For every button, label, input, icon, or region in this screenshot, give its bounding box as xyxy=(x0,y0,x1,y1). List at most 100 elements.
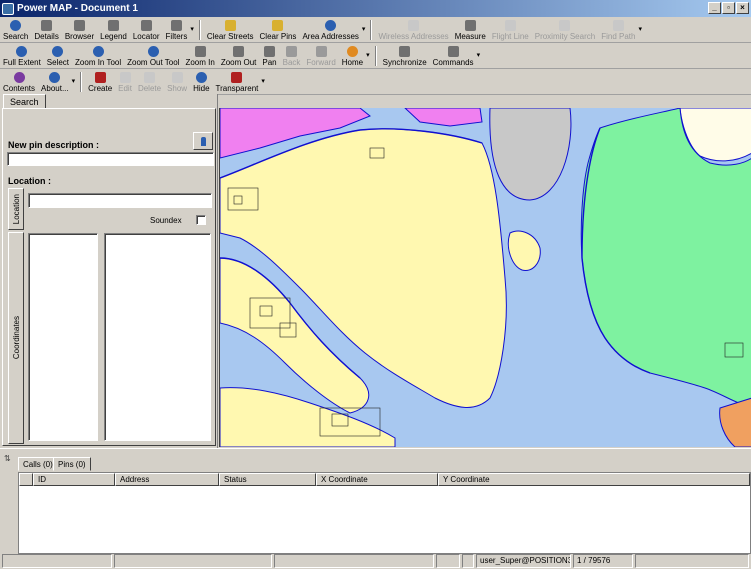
status-pane-3 xyxy=(274,554,434,568)
toolbar-dropdown-icon[interactable]: ▾ xyxy=(72,77,76,85)
tab-location[interactable]: Location xyxy=(8,188,24,230)
minimize-button[interactable]: _ xyxy=(708,2,721,14)
forward-icon xyxy=(315,46,327,57)
measure-label: Measure xyxy=(454,32,486,41)
toolbar-dropdown-icon[interactable]: ▾ xyxy=(366,51,370,59)
flight-line-button[interactable]: Flight Line xyxy=(489,17,532,42)
soundex-checkbox[interactable] xyxy=(196,215,206,225)
delete-button[interactable]: Delete xyxy=(135,69,164,94)
soundex-label: Soundex xyxy=(150,216,182,225)
measure-button[interactable]: Measure xyxy=(452,17,489,42)
zoom-in-icon xyxy=(194,46,206,57)
create-icon xyxy=(94,72,106,83)
filters-button[interactable]: Filters xyxy=(163,17,191,42)
select-label: Select xyxy=(46,58,70,67)
legend-button[interactable]: Legend xyxy=(97,17,130,42)
pin-button[interactable] xyxy=(193,132,213,150)
browser-button[interactable]: Browser xyxy=(62,17,97,42)
status-pane-2 xyxy=(114,554,272,568)
toolbar-dropdown-icon[interactable]: ▾ xyxy=(638,25,642,33)
toolbar-dropdown-icon[interactable]: ▾ xyxy=(190,25,194,33)
wireless-addresses-label: Wireless Addresses xyxy=(378,32,449,41)
tab-pins[interactable]: Pins (0) xyxy=(53,457,91,471)
contents-button[interactable]: Contents xyxy=(0,69,38,94)
back-button[interactable]: Back xyxy=(280,43,304,68)
synchronize-label: Synchronize xyxy=(382,58,427,67)
zoom-in-tool-icon xyxy=(92,46,104,57)
create-button[interactable]: Create xyxy=(85,69,115,94)
full-extent-button[interactable]: Full Extent xyxy=(0,43,44,68)
pan-button[interactable]: Pan xyxy=(259,43,279,68)
column-header-address[interactable]: Address xyxy=(115,473,219,486)
column-header-id[interactable]: ID xyxy=(33,473,115,486)
maximize-button[interactable]: ▫ xyxy=(722,2,735,14)
find-path-button[interactable]: Find Path xyxy=(598,17,638,42)
wireless-icon xyxy=(408,20,420,31)
close-button[interactable]: × xyxy=(736,2,749,14)
column-header-x-coordinate[interactable]: X Coordinate xyxy=(316,473,438,486)
clear-pins-button[interactable]: Clear Pins xyxy=(257,17,300,42)
search-button[interactable]: Search xyxy=(0,17,31,42)
zoom-in-tool-button[interactable]: Zoom In Tool xyxy=(72,43,124,68)
zoom-out-tool-button[interactable]: Zoom Out Tool xyxy=(124,43,182,68)
flight-line-icon xyxy=(504,20,516,31)
proximity-search-button[interactable]: Proximity Search xyxy=(532,17,598,42)
forward-button[interactable]: Forward xyxy=(303,43,338,68)
toolbar-separator xyxy=(198,20,201,40)
contents-label: Contents xyxy=(3,84,36,93)
column-header-select[interactable] xyxy=(19,473,33,486)
results-table[interactable]: ID Address Status X Coordinate Y Coordin… xyxy=(18,472,751,554)
location-input[interactable] xyxy=(28,193,212,208)
locator-button[interactable]: Locator xyxy=(130,17,163,42)
clear-streets-label: Clear Streets xyxy=(206,32,254,41)
search-label: Search xyxy=(3,32,29,41)
cross-street-list[interactable] xyxy=(104,233,211,441)
area-addresses-button[interactable]: Area Addresses xyxy=(299,17,361,42)
commands-button[interactable]: Commands xyxy=(430,43,477,68)
tab-calls[interactable]: Calls (0) xyxy=(18,457,58,471)
show-button[interactable]: Show xyxy=(164,69,190,94)
column-header-status[interactable]: Status xyxy=(219,473,316,486)
clear-streets-button[interactable]: Clear Streets xyxy=(204,17,257,42)
transparent-icon xyxy=(231,72,243,83)
toolbar-row-3: Contents About... ▾ Create Edit Delete Show Hid… xyxy=(0,70,751,95)
full-extent-label: Full Extent xyxy=(3,58,41,67)
street-list[interactable] xyxy=(28,233,98,441)
zoom-in-button[interactable]: Zoom In xyxy=(182,43,217,68)
window-title: Power MAP - Document 1 xyxy=(17,3,138,14)
toolbar-dropdown-icon[interactable]: ▾ xyxy=(261,77,265,85)
pin-description-input[interactable] xyxy=(7,152,214,166)
zoom-in-tool-label: Zoom In Tool xyxy=(75,58,122,67)
map-canvas xyxy=(220,108,751,447)
synchronize-icon xyxy=(399,46,411,57)
about-button[interactable]: About... xyxy=(38,69,72,94)
splitter-handle-icon[interactable]: ⇅ xyxy=(4,454,11,463)
about-label: About... xyxy=(41,84,69,93)
tab-search[interactable]: Search xyxy=(3,94,46,109)
tab-coordinates[interactable]: Coordinates xyxy=(8,232,24,444)
zoom-out-button[interactable]: Zoom Out xyxy=(218,43,260,68)
synchronize-button[interactable]: Synchronize xyxy=(380,43,430,68)
toolbar-dropdown-icon[interactable]: ▾ xyxy=(477,51,481,59)
results-panel: ⇅ Calls (0) Pins (0) ID Address Status X… xyxy=(0,448,751,554)
legend-label: Legend xyxy=(100,32,127,41)
status-pane-5 xyxy=(462,554,474,568)
legend-icon xyxy=(108,20,119,31)
column-header-y-coordinate[interactable]: Y Coordinate xyxy=(438,473,750,486)
wireless-addresses-button[interactable]: Wireless Addresses xyxy=(375,17,451,42)
hide-label: Hide xyxy=(193,84,210,93)
show-label: Show xyxy=(167,84,188,93)
edit-button[interactable]: Edit xyxy=(115,69,135,94)
transparent-button[interactable]: Transparent xyxy=(213,69,262,94)
select-button[interactable]: Select xyxy=(44,43,72,68)
home-button[interactable]: Home xyxy=(339,43,366,68)
hide-button[interactable]: Hide xyxy=(190,69,212,94)
details-button[interactable]: Details xyxy=(31,17,61,42)
pin-description-label: New pin description : xyxy=(8,140,100,150)
details-label: Details xyxy=(34,32,59,41)
toolbar-dropdown-icon[interactable]: ▾ xyxy=(362,25,366,33)
map-view[interactable] xyxy=(219,108,751,447)
area-addresses-label: Area Addresses xyxy=(302,32,359,41)
toolbar-row-2: Full Extent Select Zoom In Tool Zoom Out To… xyxy=(0,44,751,69)
location-label: Location : xyxy=(8,176,51,186)
